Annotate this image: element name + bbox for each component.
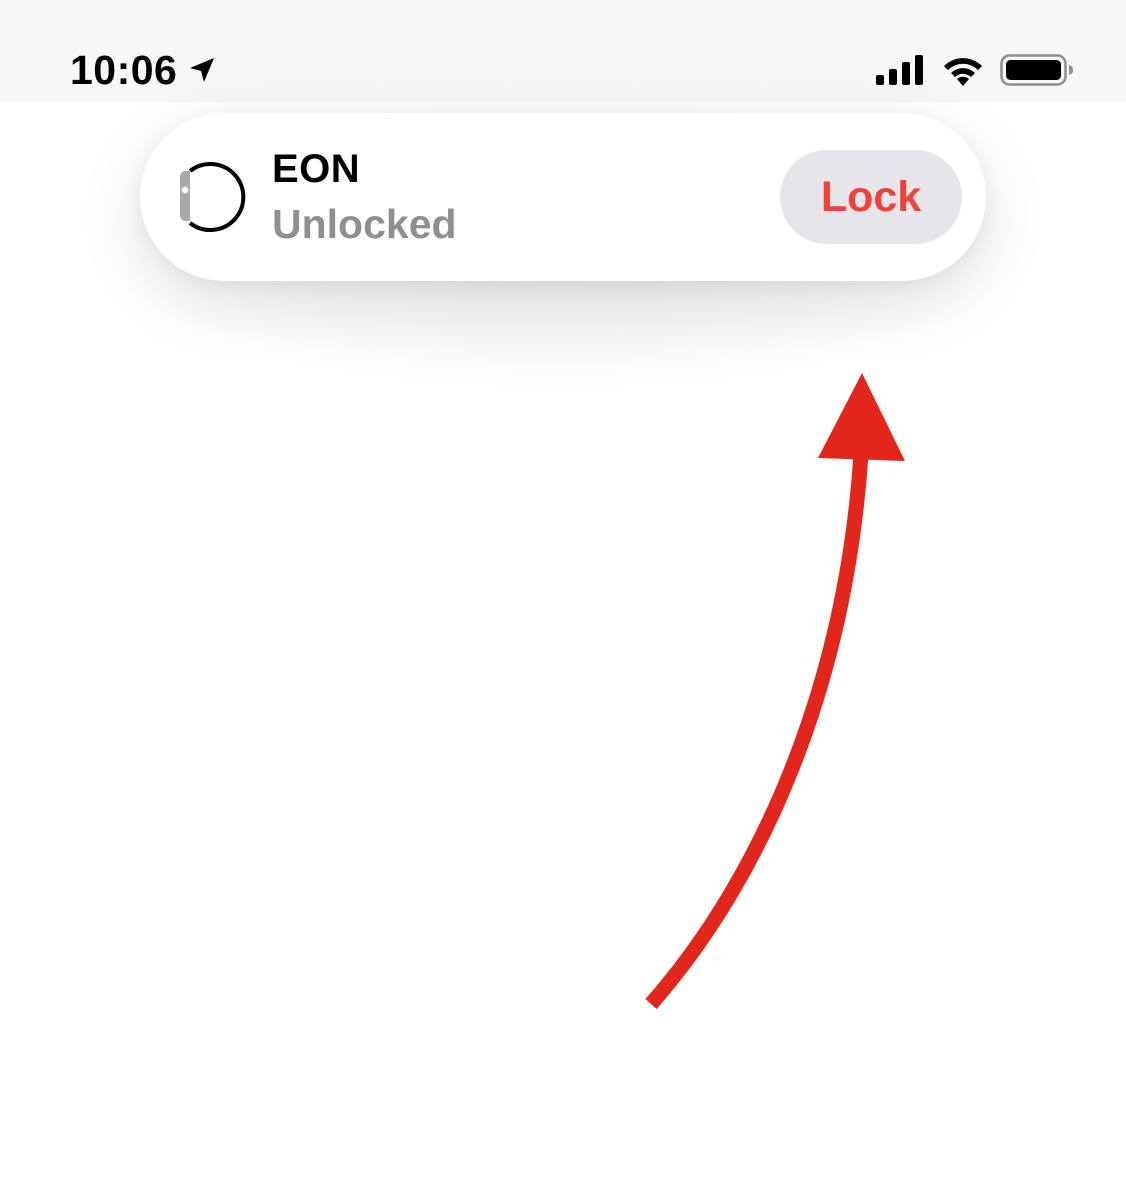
location-arrow-icon xyxy=(190,58,215,82)
status-icons xyxy=(876,50,1074,90)
battery-full-icon xyxy=(1000,54,1073,86)
cellular-signal-icon xyxy=(876,55,923,85)
status-time-group: 10:06 xyxy=(70,44,217,96)
screen: 10:06 EON Unlocked Lock xyxy=(0,0,1126,1200)
apple-watch-icon xyxy=(180,162,246,232)
device-pill[interactable]: EON Unlocked Lock xyxy=(140,113,986,281)
device-name: EON xyxy=(272,147,361,191)
device-text: EON Unlocked xyxy=(272,143,457,253)
device-status: Unlocked xyxy=(272,201,457,247)
status-time: 10:06 xyxy=(70,46,178,93)
wifi-icon xyxy=(944,58,982,86)
status-bar: 10:06 xyxy=(0,0,1126,102)
lock-button[interactable]: Lock xyxy=(780,150,962,244)
